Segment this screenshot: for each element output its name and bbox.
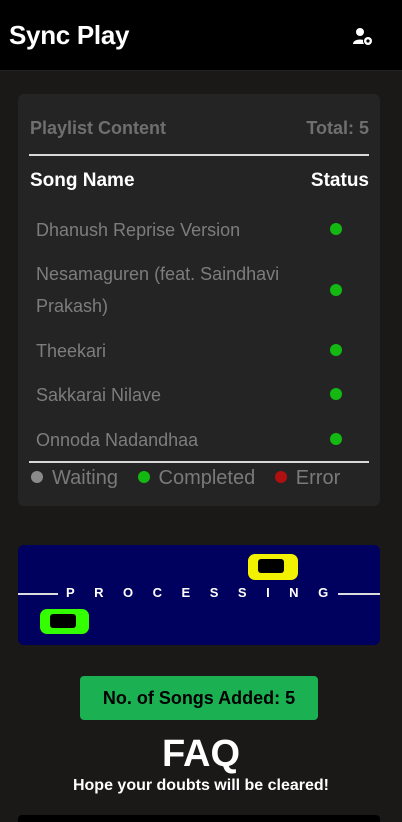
- legend-item-error: Error: [274, 467, 341, 490]
- processing-animation: PROCESSING: [18, 545, 380, 645]
- app-title: Sync Play: [9, 20, 130, 50]
- status-dot: [330, 284, 342, 296]
- user-settings-icon: [353, 28, 373, 46]
- legend-label: Error: [295, 467, 341, 489]
- faq-title: FAQ: [161, 733, 241, 775]
- table-header: Song Name Status: [30, 170, 369, 192]
- status-dot: [330, 388, 342, 400]
- legend-item-waiting: Waiting: [31, 467, 118, 490]
- faq-subtitle: Hope your doubts will be cleared!: [72, 777, 330, 794]
- completed-dot-icon: [137, 471, 150, 483]
- song-name: Onnoda Nadandhaa: [36, 430, 199, 450]
- status-dot: [330, 433, 342, 445]
- column-song-name: Song Name: [30, 170, 135, 191]
- legend-label: Completed: [158, 467, 256, 489]
- playlist-header: Playlist Content Total: 5: [30, 118, 369, 139]
- column-status: Status: [310, 170, 369, 191]
- divider: [29, 461, 369, 463]
- playlist-total: Total: 5: [306, 118, 369, 138]
- song-name: Sakkarai Nilave: [36, 385, 162, 405]
- top-bar: Sync Play: [0, 0, 402, 71]
- faq-panel-edge: [18, 815, 380, 822]
- song-name: Nesamaguren (feat. Saindhavi Prakash): [36, 264, 280, 316]
- track-line-left: [18, 593, 58, 595]
- green-car-icon: [40, 609, 89, 634]
- status-dot: [330, 223, 342, 235]
- status-legend: Waiting Completed Error: [31, 467, 354, 490]
- error-dot-icon: [274, 471, 287, 483]
- song-name: Dhanush Reprise Version: [36, 220, 241, 240]
- song-name: Theekari: [36, 341, 107, 361]
- processing-text: PROCESSING: [66, 585, 348, 600]
- user-settings-button[interactable]: [352, 26, 376, 48]
- waiting-dot-icon: [31, 471, 43, 483]
- divider: [29, 154, 369, 156]
- playlist-card: Playlist Content Total: 5 Song Name Stat…: [18, 94, 380, 506]
- legend-item-completed: Completed: [137, 467, 256, 490]
- status-dot: [330, 344, 342, 356]
- songs-added-badge: No. of Songs Added: 5: [80, 676, 318, 720]
- playlist-title: Playlist Content: [30, 118, 167, 138]
- yellow-car-icon: [248, 554, 298, 580]
- legend-label: Waiting: [52, 467, 118, 489]
